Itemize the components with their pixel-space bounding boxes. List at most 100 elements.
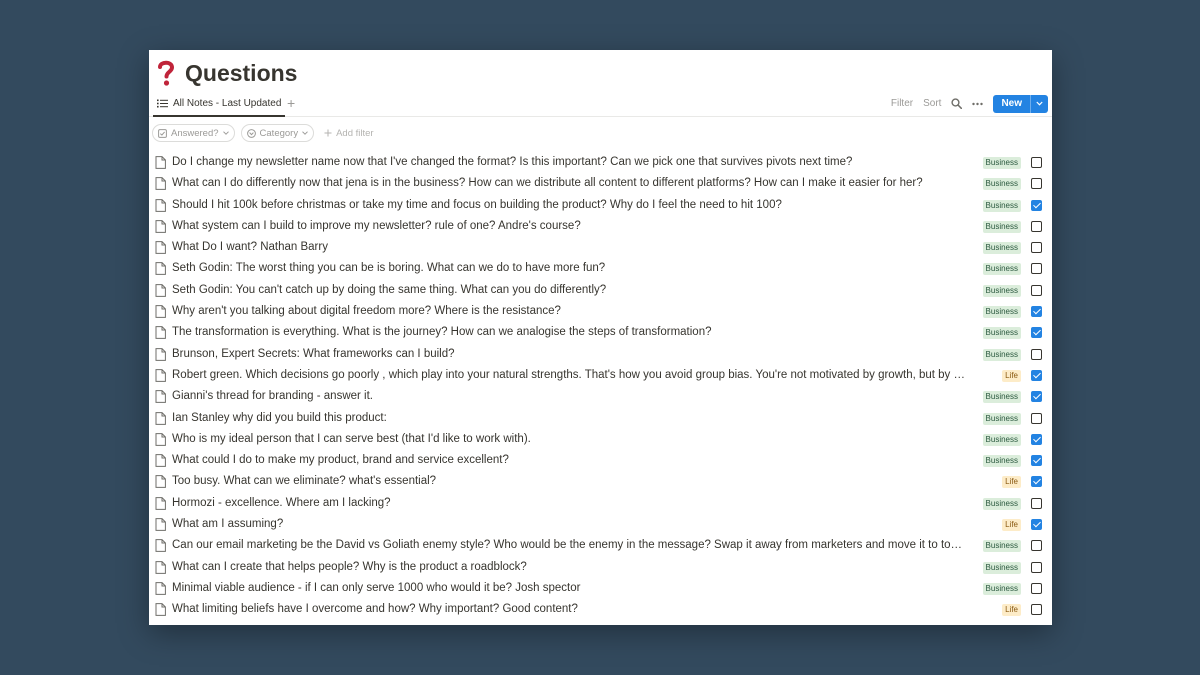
list-item[interactable]: Brunson, Expert Secrets: What frameworks… xyxy=(149,344,1052,365)
list-item[interactable]: What can I create that helps people? Why… xyxy=(149,557,1052,578)
answered-checkbox[interactable] xyxy=(1031,178,1042,190)
row-title[interactable]: What limiting beliefs have I overcome an… xyxy=(172,602,967,617)
list-item[interactable]: Gianni's thread for branding - answer it… xyxy=(149,386,1052,407)
search-icon[interactable] xyxy=(951,98,963,109)
answered-checkbox[interactable] xyxy=(1031,157,1042,168)
new-dropdown-chevron-icon[interactable] xyxy=(1030,94,1048,113)
list-item[interactable]: The transformation is everything. What i… xyxy=(149,322,1052,343)
row-title[interactable]: What Do I want? Nathan Barry xyxy=(172,240,967,255)
answered-checkbox[interactable] xyxy=(1031,497,1042,509)
list-item[interactable]: Who is my ideal person that I can serve … xyxy=(149,429,1052,450)
row-title[interactable]: Too busy. What can we eliminate? what's … xyxy=(172,474,967,489)
answered-checkbox[interactable] xyxy=(1031,476,1042,488)
row-title[interactable]: Brunson, Expert Secrets: What frameworks… xyxy=(172,347,967,362)
answered-checkbox[interactable] xyxy=(1031,519,1042,531)
list-item[interactable]: Can our email marketing be the David vs … xyxy=(149,535,1052,556)
tab-all-notes[interactable]: All Notes - Last Updated xyxy=(153,92,286,117)
list-item[interactable]: Ian Stanley why did you build this produ… xyxy=(149,408,1052,429)
list-item[interactable]: Why aren't you talking about digital fre… xyxy=(149,301,1052,322)
list-item[interactable]: What could I do to make my product, bran… xyxy=(149,450,1052,471)
list-item[interactable]: Seth Godin: You can't catch up by doing … xyxy=(149,280,1052,301)
page-doc-icon xyxy=(155,177,166,191)
answered-checkbox[interactable] xyxy=(1031,604,1042,616)
toolbar-actions: Filter Sort New xyxy=(891,92,1048,115)
row-title[interactable]: Hormozi - excellence. Where am I lacking… xyxy=(172,496,967,511)
sort-button[interactable]: Sort xyxy=(923,98,941,109)
row-title[interactable]: Seth Godin: You can't catch up by doing … xyxy=(172,283,967,298)
row-title[interactable]: Seth Godin: The worst thing you can be i… xyxy=(172,261,967,276)
answered-checkbox[interactable] xyxy=(1031,306,1042,318)
question-mark-icon[interactable] xyxy=(157,59,175,87)
list-item[interactable]: Should I hit 100k before christmas or ta… xyxy=(149,195,1052,216)
list-item[interactable]: What can I do differently now that jena … xyxy=(149,173,1052,194)
page-doc-icon xyxy=(155,390,166,404)
category-tag: Business xyxy=(982,242,1021,255)
page-title[interactable]: Questions xyxy=(185,60,297,87)
list-item[interactable]: Minimal viable audience - if I can only … xyxy=(149,578,1052,599)
row-title[interactable]: Should I hit 100k before christmas or ta… xyxy=(172,198,967,213)
database-list: Do I change my newsletter name now that … xyxy=(149,152,1052,621)
list-item[interactable]: What system can I build to improve my ne… xyxy=(149,216,1052,237)
row-title[interactable]: Who is my ideal person that I can serve … xyxy=(172,432,967,447)
page-doc-icon xyxy=(155,603,166,617)
answered-checkbox[interactable] xyxy=(1031,412,1042,424)
row-title[interactable]: Minimal viable audience - if I can only … xyxy=(172,581,967,596)
row-title[interactable]: Robert green. Which decisions go poorly … xyxy=(172,368,967,383)
new-button[interactable]: New xyxy=(993,95,1030,113)
add-filter-button[interactable]: Add filter xyxy=(320,128,374,139)
checkbox-icon xyxy=(158,128,167,138)
answered-checkbox[interactable] xyxy=(1031,348,1042,360)
answered-checkbox[interactable] xyxy=(1031,263,1042,275)
list-item[interactable]: Robert green. Which decisions go poorly … xyxy=(149,365,1052,386)
category-tag: Business xyxy=(982,220,1021,233)
answered-checkbox[interactable] xyxy=(1031,284,1042,296)
row-title[interactable]: The transformation is everything. What i… xyxy=(172,325,967,340)
page-doc-icon xyxy=(155,539,166,553)
category-tag: Business xyxy=(982,178,1021,191)
list-item[interactable]: What am I assuming? Life xyxy=(149,514,1052,535)
category-tag: Business xyxy=(982,455,1021,468)
answered-checkbox[interactable] xyxy=(1031,391,1042,403)
filter-button[interactable]: Filter xyxy=(891,98,913,109)
page-doc-icon xyxy=(155,411,166,425)
filter-chip-answered[interactable]: Answered? xyxy=(152,124,235,142)
page-doc-icon xyxy=(155,326,166,340)
row-title[interactable]: What can I create that helps people? Why… xyxy=(172,560,967,575)
plus-icon xyxy=(324,129,332,137)
row-title[interactable]: Why aren't you talking about digital fre… xyxy=(172,304,967,319)
row-title[interactable]: What could I do to make my product, bran… xyxy=(172,453,967,468)
row-title[interactable]: What system can I build to improve my ne… xyxy=(172,219,967,234)
category-tag: Business xyxy=(982,391,1021,404)
add-view-button[interactable]: + xyxy=(287,95,295,111)
list-item[interactable]: Do I change my newsletter name now that … xyxy=(149,152,1052,173)
answered-checkbox[interactable] xyxy=(1031,433,1042,445)
row-title[interactable]: Ian Stanley why did you build this produ… xyxy=(172,411,967,426)
answered-checkbox[interactable] xyxy=(1031,369,1042,381)
row-title[interactable]: Can our email marketing be the David vs … xyxy=(172,538,967,553)
answered-checkbox[interactable] xyxy=(1031,540,1042,552)
page-doc-icon xyxy=(155,475,166,489)
more-icon[interactable] xyxy=(972,102,984,106)
answered-checkbox[interactable] xyxy=(1031,220,1042,232)
add-filter-label: Add filter xyxy=(336,127,374,139)
category-tag: Business xyxy=(982,497,1021,510)
answered-checkbox[interactable] xyxy=(1031,455,1042,467)
list-item[interactable]: Hormozi - excellence. Where am I lacking… xyxy=(149,493,1052,514)
list-item[interactable]: What Do I want? Nathan Barry Business xyxy=(149,237,1052,258)
row-title[interactable]: What am I assuming? xyxy=(172,517,967,532)
list-item[interactable]: Seth Godin: The worst thing you can be i… xyxy=(149,258,1052,279)
row-title[interactable]: What can I do differently now that jena … xyxy=(172,176,967,191)
page-doc-icon xyxy=(155,347,166,361)
row-title[interactable]: Gianni's thread for branding - answer it… xyxy=(172,389,967,404)
answered-checkbox[interactable] xyxy=(1031,242,1042,254)
list-item[interactable]: Too busy. What can we eliminate? what's … xyxy=(149,471,1052,492)
answered-checkbox[interactable] xyxy=(1031,199,1042,211)
answered-checkbox[interactable] xyxy=(1031,582,1042,594)
row-title[interactable]: Do I change my newsletter name now that … xyxy=(172,155,967,170)
answered-checkbox[interactable] xyxy=(1031,327,1042,339)
answered-checkbox[interactable] xyxy=(1031,561,1042,573)
filter-chip-category[interactable]: Category xyxy=(240,124,315,142)
category-tag: Life xyxy=(1002,476,1021,489)
list-item[interactable]: What limiting beliefs have I overcome an… xyxy=(149,599,1052,620)
page-doc-icon xyxy=(155,305,166,318)
